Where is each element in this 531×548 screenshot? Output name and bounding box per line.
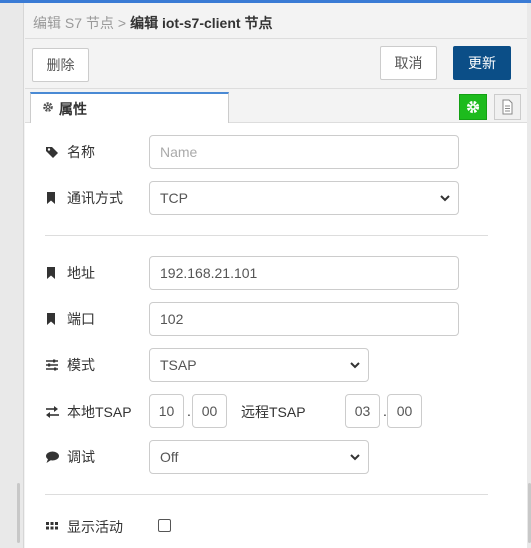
comm-method-value: TCP: [160, 190, 188, 206]
remote-tsap-part1-input[interactable]: 03: [345, 394, 380, 428]
remote-tsap-part2-input[interactable]: 00: [387, 394, 422, 428]
debug-select[interactable]: Off: [149, 440, 369, 474]
cog-icon: [466, 100, 480, 114]
breadcrumb-separator: >: [117, 15, 127, 31]
mode-label: 模式: [67, 357, 95, 373]
chevron-down-icon: [440, 194, 450, 201]
sliders-icon: [46, 359, 58, 371]
bookmark-icon: [47, 313, 55, 325]
tab-properties-label: 属性: [59, 101, 87, 117]
delete-button[interactable]: 删除: [32, 48, 89, 82]
port-label: 端口: [67, 311, 95, 327]
comm-method-select[interactable]: TCP: [149, 181, 459, 215]
properties-form: 名称 Name 通讯方式 TCP 地址 192.168.21.101 端口 10…: [25, 123, 527, 548]
name-input[interactable]: Name: [149, 135, 459, 169]
comm-method-label-row: 通讯方式: [45, 188, 123, 208]
show-activity-label-row: 显示活动: [45, 517, 123, 537]
mode-label-row: 模式: [45, 355, 95, 375]
bookmark-icon: [47, 267, 55, 279]
address-input[interactable]: 192.168.21.101: [149, 256, 459, 290]
scrollbar-left[interactable]: [17, 483, 20, 543]
chevron-down-icon: [350, 453, 360, 460]
section-divider: [45, 235, 488, 236]
exchange-icon: [46, 406, 59, 418]
local-tsap-dot: .: [187, 403, 191, 419]
comm-method-label: 通讯方式: [67, 190, 123, 206]
cancel-button[interactable]: 取消: [380, 46, 437, 80]
tab-properties[interactable]: 属性: [30, 92, 229, 123]
cog-icon: [43, 102, 53, 112]
mode-value: TSAP: [160, 357, 197, 373]
tray-header: 编辑 S7 节点 > 编辑 iot-s7-client 节点: [25, 3, 527, 39]
grid-icon: [46, 522, 58, 530]
debug-value: Off: [160, 449, 179, 465]
port-input[interactable]: 102: [149, 302, 459, 336]
name-label-row: 名称: [45, 142, 95, 162]
address-label-row: 地址: [45, 263, 95, 283]
local-tsap-label-row: 本地TSAP: [45, 402, 132, 422]
breadcrumb-current: 编辑 iot-s7-client 节点: [130, 15, 273, 31]
tab-bar: 属性: [25, 89, 527, 123]
name-label: 名称: [67, 144, 95, 160]
breadcrumb-parent[interactable]: 编辑 S7 节点: [33, 15, 114, 31]
show-activity-checkbox[interactable]: [158, 519, 171, 532]
show-activity-label: 显示活动: [67, 519, 123, 535]
debug-label: 调试: [67, 449, 95, 465]
breadcrumb: 编辑 S7 节点 > 编辑 iot-s7-client 节点: [33, 13, 272, 33]
tab-description[interactable]: [494, 94, 521, 120]
workspace-edge-right: [527, 3, 531, 548]
update-button[interactable]: 更新: [453, 46, 511, 80]
debug-label-row: 调试: [45, 447, 95, 467]
local-tsap-label: 本地TSAP: [67, 404, 132, 420]
chevron-down-icon: [350, 361, 360, 368]
tab-settings[interactable]: [459, 94, 487, 120]
tray-toolbar: 删除 取消 更新: [25, 39, 527, 89]
local-tsap-part1-input[interactable]: 10: [149, 394, 184, 428]
port-label-row: 端口: [45, 309, 95, 329]
bookmark-icon: [47, 192, 55, 204]
mode-select[interactable]: TSAP: [149, 348, 369, 382]
local-tsap-part2-input[interactable]: 00: [192, 394, 227, 428]
comment-icon: [46, 451, 59, 463]
tag-icon: [46, 147, 58, 158]
file-text-icon: [502, 99, 513, 115]
address-label: 地址: [67, 265, 95, 281]
edit-tray: 编辑 S7 节点 > 编辑 iot-s7-client 节点 删除 取消 更新 属性: [25, 3, 527, 548]
section-divider: [45, 494, 488, 495]
remote-tsap-label: 远程TSAP: [241, 404, 306, 420]
workspace-edge-left: [0, 3, 24, 548]
